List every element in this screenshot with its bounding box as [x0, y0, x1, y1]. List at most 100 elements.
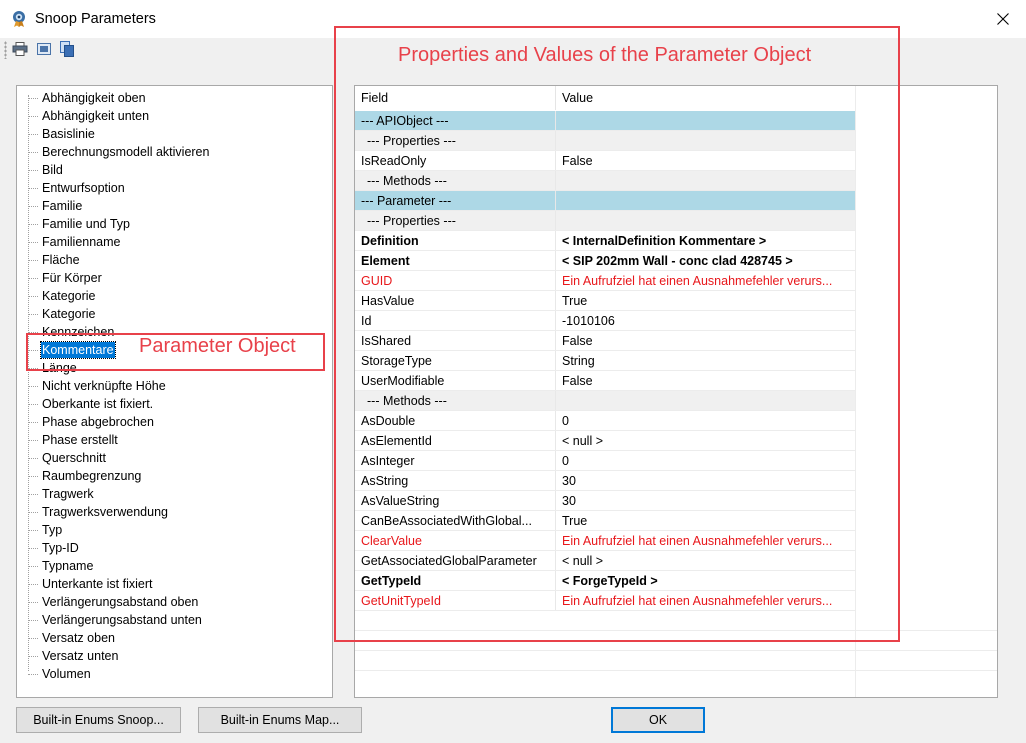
tree-item-label: Unterkante ist fixiert [42, 577, 153, 591]
tree-item-label: Tragwerksverwendung [42, 505, 168, 519]
tree-branch-line [28, 674, 38, 675]
window-title: Snoop Parameters [35, 11, 156, 27]
tree-branch-line [28, 296, 38, 297]
tree-branch-line [28, 440, 38, 441]
tree-item-label: Für Körper [42, 271, 102, 285]
tree-item[interactable]: Typ-ID [17, 539, 332, 557]
tree-item[interactable]: Familie und Typ [17, 215, 332, 233]
tree-item[interactable]: Verlängerungsabstand oben [17, 593, 332, 611]
tree-branch-line [28, 188, 38, 189]
tree-branch-line [28, 548, 38, 549]
tree-item[interactable]: Entwurfsoption [17, 179, 332, 197]
tree-branch-line [28, 98, 38, 99]
tree-item[interactable]: Oberkante ist fixiert. [17, 395, 332, 413]
tree-item[interactable]: Tragwerk [17, 485, 332, 503]
tree-item[interactable]: Volumen [17, 665, 332, 683]
tree-item[interactable]: Phase abgebrochen [17, 413, 332, 431]
tree-branch-line [28, 602, 38, 603]
tree-item[interactable]: Kategorie [17, 305, 332, 323]
empty-row [355, 651, 997, 671]
tree-item-label: Typ-ID [42, 541, 79, 555]
tree-branch-line [28, 206, 38, 207]
tree-branch-line [28, 134, 38, 135]
tree-item[interactable]: Unterkante ist fixiert [17, 575, 332, 593]
tree-branch-line [28, 260, 38, 261]
tree-item[interactable]: Für Körper [17, 269, 332, 287]
tree-branch-line [28, 404, 38, 405]
tree-item-label: Phase abgebrochen [42, 415, 154, 429]
tree-item-label: Kategorie [42, 289, 96, 303]
tree-branch-line [28, 476, 38, 477]
tree-item-label: Bild [42, 163, 63, 177]
tree-branch-line [28, 116, 38, 117]
tree-branch-line [28, 584, 38, 585]
tree-item-label: Abhängigkeit unten [42, 109, 150, 123]
close-button[interactable] [980, 0, 1026, 38]
tree-item[interactable]: Kategorie [17, 287, 332, 305]
tree-item[interactable]: Raumbegrenzung [17, 467, 332, 485]
tree-item[interactable]: Typ [17, 521, 332, 539]
tree-item-label: Nicht verknüpfte Höhe [42, 379, 166, 393]
print-preview-button[interactable] [35, 40, 53, 58]
tree-item[interactable]: Versatz unten [17, 647, 332, 665]
tree-branch-line [28, 314, 38, 315]
tree-item-label: Entwurfsoption [42, 181, 125, 195]
parameter-tree[interactable]: Abhängigkeit oben Abhängigkeit unten Basis… [16, 85, 333, 698]
builtin-enums-map-button[interactable]: Built-in Enums Map... [198, 707, 362, 733]
tree-item[interactable]: Familienname [17, 233, 332, 251]
tree-item[interactable]: Familie [17, 197, 332, 215]
tree-branch-line [28, 242, 38, 243]
tree-branch-line [28, 170, 38, 171]
tree-item-label: Oberkante ist fixiert. [42, 397, 154, 411]
tree-item-label: Verlängerungsabstand oben [42, 595, 199, 609]
tree-item-label: Familie [42, 199, 83, 213]
tree-item-label: Fläche [42, 253, 80, 267]
tree-item-label: Phase erstellt [42, 433, 118, 447]
tree-item-label: Kategorie [42, 307, 96, 321]
tree-item[interactable]: Berechnungsmodell aktivieren [17, 143, 332, 161]
tree-item-label: Querschnitt [42, 451, 106, 465]
ok-button[interactable]: OK [611, 707, 705, 733]
tree-item[interactable]: Fläche [17, 251, 332, 269]
tree-item[interactable]: Abhängigkeit oben [17, 89, 332, 107]
tree-branch-line [28, 422, 38, 423]
tree-branch-line [28, 512, 38, 513]
print-preview-icon [37, 43, 51, 55]
tree-item-label: Tragwerk [42, 487, 94, 501]
copy-button[interactable] [58, 40, 76, 58]
tree-item-label: Familie und Typ [42, 217, 131, 231]
tree-item[interactable]: Basislinie [17, 125, 332, 143]
tree-item[interactable]: Typname [17, 557, 332, 575]
tree-branch-line [28, 458, 38, 459]
tree-branch-line [28, 566, 38, 567]
print-button[interactable] [11, 40, 29, 58]
tree-item[interactable]: Versatz oben [17, 629, 332, 647]
tree-item[interactable]: Bild [17, 161, 332, 179]
properties-values-annotation: Properties and Values of the Parameter O… [398, 44, 812, 66]
tree-item-label: Versatz oben [42, 631, 115, 645]
tree-item-label: Basislinie [42, 127, 95, 141]
parameter-object-annotation: Parameter Object [139, 335, 296, 357]
tree-item-label: Volumen [42, 667, 91, 681]
tree-item-label: Raumbegrenzung [42, 469, 142, 483]
tree-item[interactable]: Nicht verknüpfte Höhe [17, 377, 332, 395]
snoop-app-icon [13, 11, 25, 27]
tree-branch-line [28, 656, 38, 657]
tree-item[interactable]: Querschnitt [17, 449, 332, 467]
tree-item-label: Verlängerungsabstand unten [42, 613, 202, 627]
tree-item[interactable]: Verlängerungsabstand unten [17, 611, 332, 629]
tree-item-label: Abhängigkeit oben [42, 91, 146, 105]
tree-item-label: Berechnungsmodell aktivieren [42, 145, 210, 159]
tree-item-label: Versatz unten [42, 649, 119, 663]
tree-item[interactable]: Phase erstellt [17, 431, 332, 449]
toolbar-grip[interactable] [4, 41, 7, 59]
tree-branch-line [28, 386, 38, 387]
properties-values-highlight [334, 26, 900, 642]
tree-branch-line [28, 494, 38, 495]
builtin-enums-snoop-button[interactable]: Built-in Enums Snoop... [16, 707, 181, 733]
copy-icon [60, 41, 74, 57]
tree-branch-line [28, 152, 38, 153]
printer-icon [12, 42, 28, 56]
tree-item[interactable]: Abhängigkeit unten [17, 107, 332, 125]
tree-item[interactable]: Tragwerksverwendung [17, 503, 332, 521]
